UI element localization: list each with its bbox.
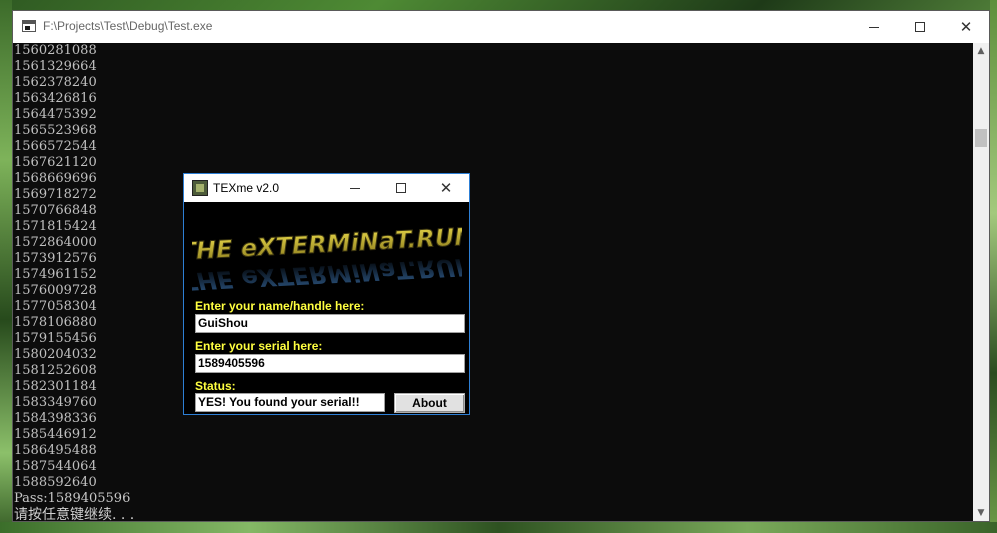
chevron-up-icon: ▲ [977,46,985,56]
console-line: 1561329664 [14,59,97,74]
console-line: 1576009728 [14,283,97,298]
desktop-wallpaper-right [990,0,997,533]
console-line: 1568669696 [14,171,97,186]
dialog-titlebar[interactable]: TEXme v2.0 ✕ [184,174,469,202]
console-line: 1583349760 [14,395,97,410]
console-line: 1574961152 [14,267,97,282]
console-line: 1565523968 [14,123,97,138]
dialog-title: TEXme v2.0 [213,181,280,195]
console-line: 1572864000 [14,235,97,250]
console-window-title: F:\Projects\Test\Debug\Test.exe [43,19,213,33]
console-line: 1580204032 [14,347,97,362]
serial-label: Enter your serial here: [195,339,323,353]
console-close-button[interactable]: ✕ [943,11,989,43]
console-line: 1584398336 [14,411,97,426]
console-line: 1570766848 [14,203,97,218]
minimize-icon [869,26,879,28]
maximize-icon [915,22,925,32]
console-line: 1560281088 [14,43,97,58]
status-label: Status: [195,379,236,393]
minimize-icon [350,187,360,189]
console-line: 1563426816 [14,91,97,106]
console-number-list: 1560281088 1561329664 1562378240 1563426816… [13,43,973,491]
console-scrollbar[interactable]: ▲ ▼ [973,43,989,521]
scrollbar-up-button[interactable]: ▲ [973,43,989,59]
console-app-icon [22,20,36,32]
dialog-app-icon [192,180,208,196]
close-icon: ✕ [959,18,973,36]
name-input[interactable]: GuiShou [195,314,465,333]
console-line: 1581252608 [14,363,97,378]
dialog-close-button[interactable]: ✕ [423,174,469,202]
console-output[interactable]: 1560281088 1561329664 1562378240 1563426816… [13,43,973,521]
chevron-down-icon: ▼ [977,508,985,518]
about-button[interactable]: About [394,393,465,413]
console-line: 1588592640 [14,475,97,490]
console-line: 1566572544 [14,139,97,154]
console-line: 1577058304 [14,299,97,314]
console-line: 1573912576 [14,251,97,266]
console-line: 1582301184 [14,379,97,394]
console-line: 1567621120 [14,155,97,170]
console-line: 1585446912 [14,427,97,442]
desktop-wallpaper-bottom [0,522,997,533]
status-field: YES! You found your serial!! [195,393,385,412]
console-line: 1579155456 [14,331,97,346]
scrollbar-down-button[interactable]: ▼ [973,505,989,521]
console-line: 1564475392 [14,107,97,122]
console-line: 1578106880 [14,315,97,330]
console-line: 1562378240 [14,75,97,90]
console-window: F:\Projects\Test\Debug\Test.exe ✕ 156028… [12,10,990,522]
desktop-wallpaper-left [0,0,12,533]
scrollbar-thumb[interactable] [975,129,987,147]
close-icon: ✕ [439,179,453,197]
serial-input[interactable]: 1589405596 [195,354,465,373]
exterminator-logo: THE eXTERMiNaT.RUN THE eXTERMiNaT.RUN [192,222,462,296]
texme-dialog: TEXme v2.0 ✕ THE eXTERMiNaT.RUN THE eXTE… [183,173,470,415]
console-line: 1569718272 [14,187,97,202]
dialog-minimize-button[interactable] [332,174,378,202]
console-minimize-button[interactable] [851,11,897,43]
console-press-any-key-prompt: 请按任意键继续. . . [14,507,135,521]
dialog-maximize-button[interactable] [378,174,424,202]
console-pass-line: Pass:1589405596 [14,491,131,506]
console-line: 1586495488 [14,443,97,458]
console-titlebar[interactable]: F:\Projects\Test\Debug\Test.exe ✕ [13,11,989,43]
console-line: 1571815424 [14,219,97,234]
maximize-icon [396,183,406,193]
name-label: Enter your name/handle here: [195,299,365,313]
console-maximize-button[interactable] [897,11,943,43]
console-line: 1587544064 [14,459,97,474]
